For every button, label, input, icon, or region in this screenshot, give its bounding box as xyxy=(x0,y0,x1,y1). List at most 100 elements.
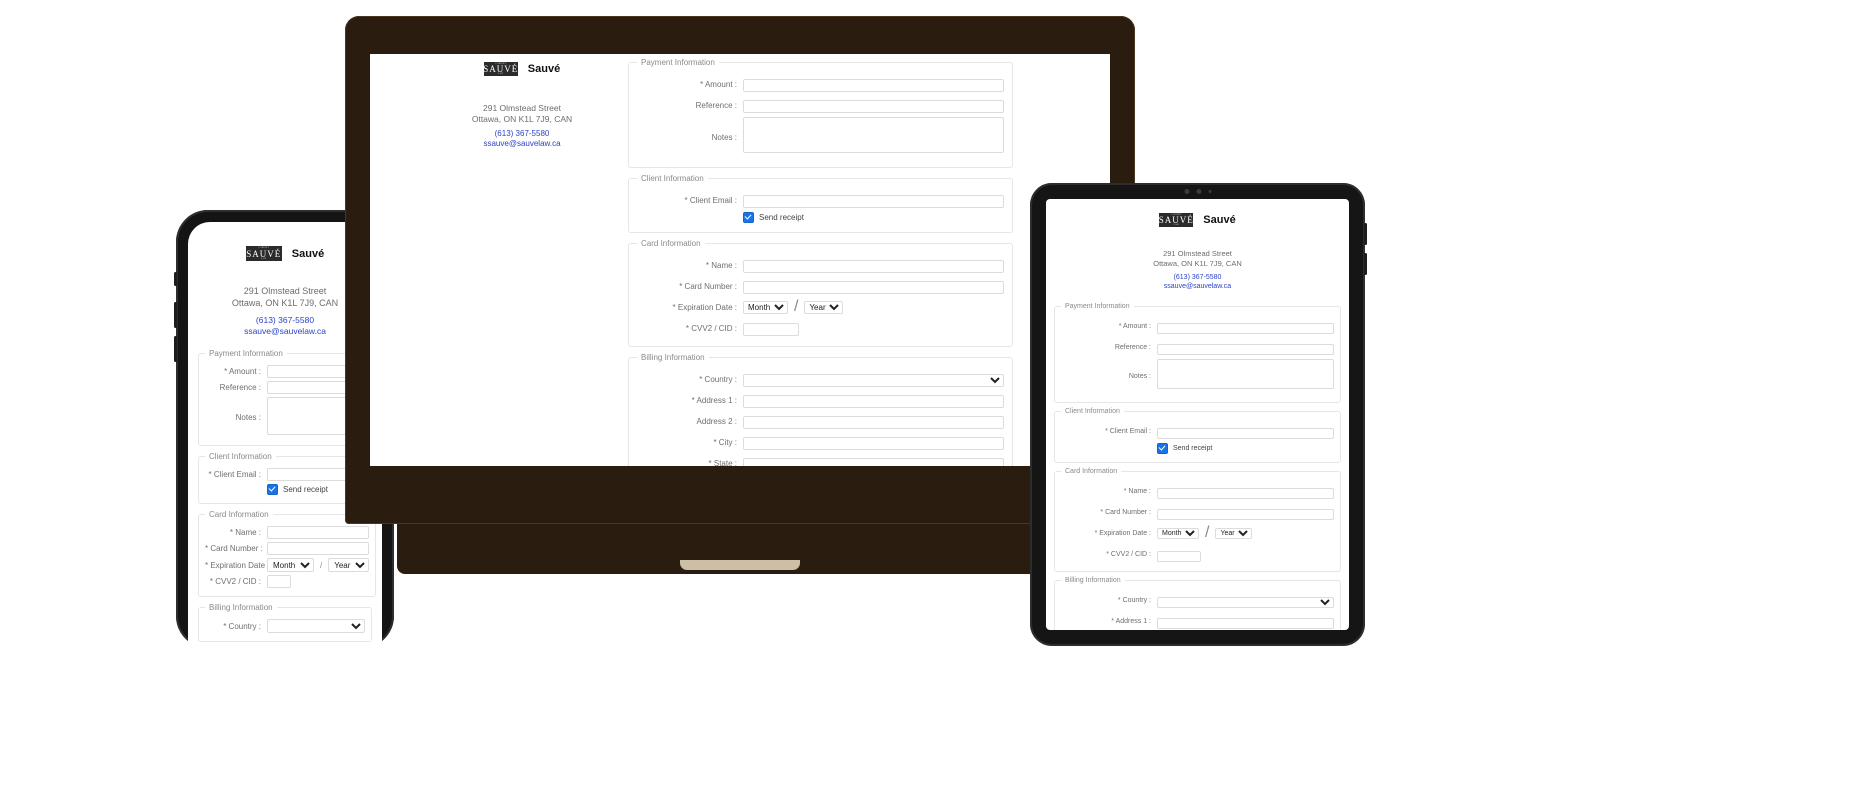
reference-label: Reference : xyxy=(695,100,737,110)
reference-input[interactable] xyxy=(1157,344,1334,355)
payment-information-legend: Payment Information xyxy=(209,349,283,358)
client-email-input[interactable] xyxy=(743,195,1004,208)
tablet-sensor-icon xyxy=(1196,189,1201,194)
billing-information-section: Billing Information * Country : xyxy=(198,603,372,642)
card-number-label: * Card Number : xyxy=(1100,508,1151,516)
notes-row: Notes : xyxy=(637,117,1004,158)
reference-input[interactable] xyxy=(743,100,1004,113)
payment-information-legend: Payment Information xyxy=(641,58,715,67)
card-name-label: * Name : xyxy=(705,260,737,270)
merchant-address: 291 Olmstead Street Ottawa, ON K1L 7J9, … xyxy=(422,103,622,124)
send-receipt-row: Send receipt xyxy=(1061,443,1334,454)
notes-textarea[interactable] xyxy=(1157,359,1334,389)
tablet-volume-down-button[interactable] xyxy=(1364,253,1367,275)
card-name-input[interactable] xyxy=(1157,488,1334,499)
country-select[interactable] xyxy=(1157,597,1334,608)
address1-input[interactable] xyxy=(1157,618,1334,629)
card-number-input[interactable] xyxy=(1157,509,1334,520)
expiration-year-select[interactable]: Year xyxy=(1215,527,1253,539)
address1-input[interactable] xyxy=(743,395,1004,408)
expiration-month-select[interactable]: Month xyxy=(743,300,788,314)
billing-information-section: Billing Information * Country : * Addres… xyxy=(628,353,1013,466)
expiration-label: * Expiration Date : xyxy=(205,560,270,570)
billing-information-legend: Billing Information xyxy=(641,353,705,362)
address-line-1: 291 Olmstead Street xyxy=(483,103,561,113)
tablet-page: CABINET SAUVÉ LAW Sauvé 291 Olmstead Str… xyxy=(1046,199,1349,630)
state-input[interactable] xyxy=(743,458,1004,466)
city-input[interactable] xyxy=(743,437,1004,450)
payment-form: Payment Information * Amount : Reference… xyxy=(1054,303,1341,630)
address1-label: * Address 1 : xyxy=(691,395,737,405)
country-select[interactable] xyxy=(267,619,365,633)
merchant-email-link[interactable]: ssauve@sauvelaw.ca xyxy=(422,139,622,149)
payment-information-section: Payment Information * Amount : Reference… xyxy=(628,58,1013,168)
phone-volume-down-button[interactable] xyxy=(174,336,177,362)
card-number-input[interactable] xyxy=(743,281,1004,294)
reference-row: Reference : xyxy=(1061,338,1334,356)
logo-top-text: CABINET xyxy=(1170,214,1182,216)
card-information-legend: Card Information xyxy=(209,510,269,519)
cvv-input[interactable] xyxy=(1157,551,1201,562)
card-name-row: * Name : xyxy=(1061,482,1334,500)
merchant-phone-link[interactable]: (613) 367-5580 xyxy=(422,129,622,139)
client-email-label: * Client Email : xyxy=(208,470,261,479)
card-information-legend: Card Information xyxy=(1065,468,1118,475)
payment-information-section: Payment Information * Amount : Reference… xyxy=(1054,303,1341,403)
merchant-email-link[interactable]: ssauve@sauvelaw.ca xyxy=(1054,282,1341,291)
laptop-mockup: CABINET SAUVÉ LAW Sauvé 291 Olmstead Str… xyxy=(345,16,1135,586)
merchant-address: 291 Olmstead Street Ottawa, ON K1L 7J9, … xyxy=(1054,249,1341,268)
amount-row: * Amount : xyxy=(1061,317,1334,335)
payment-form: Payment Information * Amount : Reference… xyxy=(628,58,1013,466)
amount-row: * Amount : xyxy=(205,365,365,378)
country-label: * Country : xyxy=(1117,596,1151,604)
card-name-label: * Name : xyxy=(1123,487,1151,495)
phone-mute-button[interactable] xyxy=(174,272,177,286)
address-line-2: Ottawa, ON K1L 7J9, CAN xyxy=(1153,258,1242,268)
cvv-row: * CVV2 / CID : xyxy=(637,319,1004,337)
card-number-label: * Card Number : xyxy=(679,281,737,291)
tablet-mockup: CABINET SAUVÉ LAW Sauvé 291 Olmstead Str… xyxy=(1030,183,1367,646)
country-label: * Country : xyxy=(223,621,261,631)
address-line-2: Ottawa, ON K1L 7J9, CAN xyxy=(471,113,573,124)
send-receipt-label: Send receipt xyxy=(1173,445,1213,452)
city-row: * City : xyxy=(637,433,1004,451)
client-email-label: * Client Email : xyxy=(1105,427,1151,435)
country-select[interactable] xyxy=(743,374,1004,387)
expiration-year-select[interactable]: Year xyxy=(804,300,844,314)
country-label: * Country : xyxy=(699,374,737,384)
cvv-input[interactable] xyxy=(743,323,799,336)
mockup-stage: CABINET SAUVÉ LAW Sauvé 291 Olmstead Str… xyxy=(0,0,1862,791)
amount-input[interactable] xyxy=(743,79,1004,92)
card-name-input[interactable] xyxy=(743,260,1004,273)
tablet-volume-up-button[interactable] xyxy=(1364,223,1367,245)
send-receipt-checkbox[interactable] xyxy=(743,212,754,223)
client-email-input[interactable] xyxy=(1157,428,1334,439)
merchant-phone-link[interactable]: (613) 367-5580 xyxy=(1054,273,1341,282)
send-receipt-checkbox[interactable] xyxy=(1157,443,1168,454)
send-receipt-checkbox[interactable] xyxy=(267,484,278,495)
phone-volume-up-button[interactable] xyxy=(174,302,177,328)
expiration-month-select[interactable]: Month xyxy=(1157,527,1199,539)
country-row: * Country : xyxy=(205,619,365,633)
country-row: * Country : xyxy=(1061,591,1334,609)
tablet-camera-group xyxy=(1184,189,1211,194)
reference-row: Reference : xyxy=(205,381,365,394)
send-receipt-label: Send receipt xyxy=(759,213,804,222)
client-information-section: Client Information * Client Email : Send… xyxy=(1054,408,1341,463)
expiration-month-select[interactable]: Month xyxy=(267,558,314,572)
logo-text: SAUVÉ xyxy=(246,248,282,259)
amount-input[interactable] xyxy=(1157,323,1334,334)
notes-label: Notes : xyxy=(711,133,737,142)
amount-row: * Amount : xyxy=(637,75,1004,93)
state-label: * State : xyxy=(708,458,737,467)
merchant-panel: CABINET SAUVÉ LAW Sauvé 291 Olmstead Str… xyxy=(422,62,622,149)
cvv-label: * CVV2 / CID : xyxy=(685,323,737,333)
cvv-input[interactable] xyxy=(267,575,291,588)
logo-bottom-text: LAW xyxy=(261,258,267,260)
notes-label: Notes : xyxy=(235,412,261,422)
amount-label: * Amount : xyxy=(224,367,261,376)
expiration-separator: / xyxy=(794,298,799,315)
address2-label: Address 2 : xyxy=(696,416,737,426)
address2-input[interactable] xyxy=(743,416,1004,429)
notes-textarea[interactable] xyxy=(743,117,1004,153)
